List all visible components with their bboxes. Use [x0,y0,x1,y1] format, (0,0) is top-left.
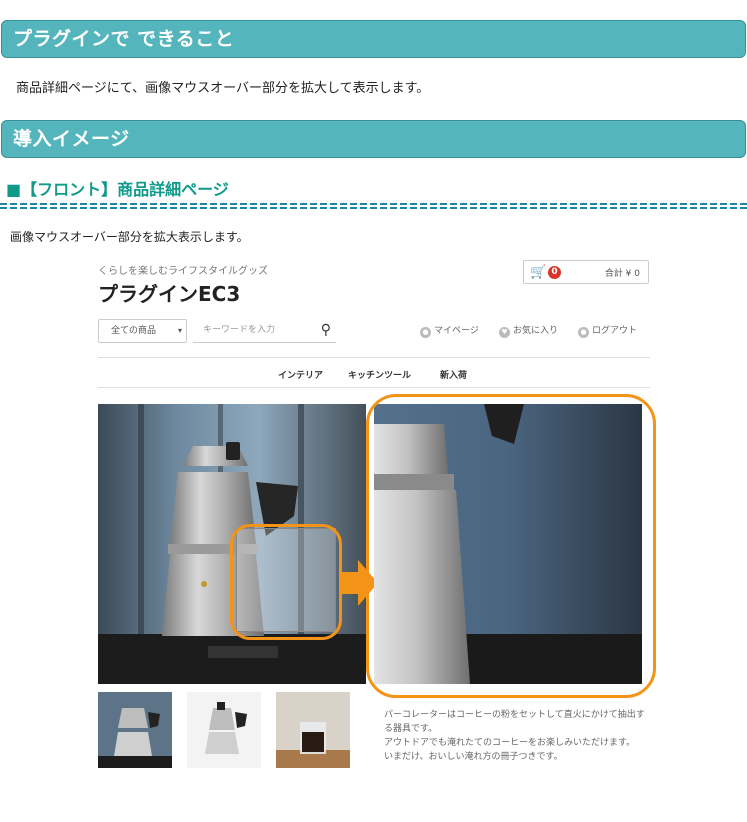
section-header-features: プラグインで できること [1,20,746,58]
description-line: いまだけ、おいしい淹れ方の冊子つきです。 [384,752,563,762]
front-product-description: 画像マウスオーバー部分を拡大表示します。 [10,230,249,244]
chevron-down-icon: ▾ [177,326,182,335]
zoom-lens-highlight [230,524,342,640]
mypage-link[interactable]: ● マイページ [420,323,479,338]
product-thumbnail[interactable] [187,692,261,768]
section-title: プラグインで できること [13,28,235,50]
cart-total: 合計 ¥ 0 [604,269,640,279]
favorites-link[interactable]: ♥ お気に入り [499,323,558,338]
cart-count-badge: 0 [548,266,561,279]
nav-kitchen-tools[interactable]: キッチンツール [348,368,411,381]
logout-link[interactable]: ● ログアウト [578,323,637,338]
favorites-label: お気に入り [513,326,559,336]
lock-icon: ● [578,327,589,338]
product-description: パーコレーターはコーヒーの粉をセットして直火にかけて抽出する器具です。 アウトド… [384,708,652,764]
divider [98,357,650,358]
logout-label: ログアウト [592,326,638,336]
shop-tagline: くらしを楽しむライフスタイルグッズ [98,266,268,277]
zoom-view-highlight [366,394,656,698]
nav-interior[interactable]: インテリア [278,368,323,381]
shop-screenshot: くらしを楽しむライフスタイルグッズ プラグインEC3 🛒 0 合計 ¥ 0 全て… [98,260,656,790]
section-title: 導入イメージ [13,128,130,150]
divider [98,387,650,388]
shop-name[interactable]: プラグインEC3 [98,278,240,307]
dashed-divider [0,203,747,209]
category-select[interactable]: 全ての商品 ▾ [98,319,187,343]
search-icon[interactable]: ⚲ [321,319,331,341]
search-placeholder: キーワードを入力 [203,325,276,335]
front-product-heading: ■【フロント】商品詳細ページ [6,180,229,199]
category-select-value: 全ての商品 [111,326,157,336]
search-input[interactable]: キーワードを入力 ⚲ [193,319,336,343]
description-line: パーコレーターはコーヒーの粉をセットして直火にかけて抽出する器具です。 [384,710,645,734]
cart-button[interactable]: 🛒 0 合計 ¥ 0 [523,260,649,284]
description-line: アウトドアでも淹れたてのコーヒーをお楽しみいただけます。 [384,738,636,748]
user-icon: ● [420,327,431,338]
section-header-preview: 導入イメージ [1,120,746,158]
heart-icon: ♥ [499,327,510,338]
nav-new-arrivals[interactable]: 新入荷 [440,368,467,381]
features-description: 商品詳細ページにて、画像マウスオーバー部分を拡大して表示します。 [16,81,430,96]
mypage-label: マイページ [434,326,479,336]
product-thumbnail[interactable] [98,692,172,768]
product-thumbnail[interactable] [276,692,350,768]
cart-icon: 🛒 [530,265,547,280]
